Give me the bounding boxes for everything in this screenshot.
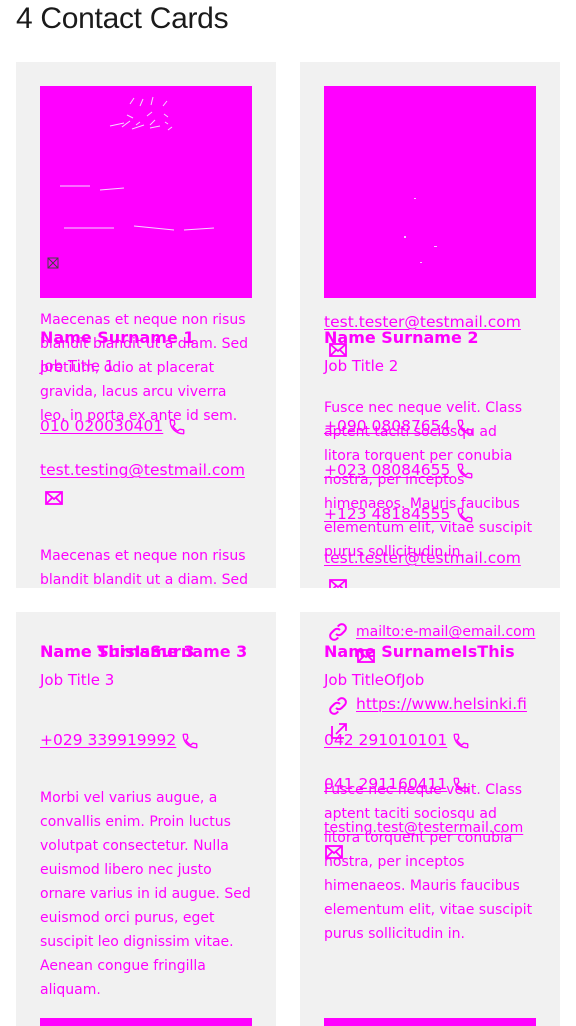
email-link[interactable]: test.testing@testmail.com (40, 458, 245, 482)
phone-icon (182, 733, 198, 748)
card-description: Morbi vel varius augue, a convallis enim… (40, 790, 251, 998)
phone-number[interactable]: +123 48184555 (324, 505, 450, 523)
card-footer-bar (40, 1018, 252, 1026)
phone-number[interactable]: +029 339919992 (40, 731, 176, 749)
broken-image-artifact (47, 96, 215, 269)
mail-icon (45, 491, 63, 505)
page-title: 4 Contact Cards (16, 2, 229, 35)
broken-image-artifact (404, 198, 437, 263)
phone-link[interactable]: 042 291010101 (324, 728, 470, 752)
card-footer-bar (324, 1018, 536, 1026)
contact-card-2: test.tester@testmail.com Name Surname 2 … (300, 62, 560, 588)
email-address[interactable]: test.tester@testmail.com (324, 549, 521, 567)
contact-name-overlap: Name ThisIsSurname 3 (40, 642, 248, 661)
phone-icon (457, 419, 472, 434)
phone-link[interactable]: +029 339919992 (40, 728, 199, 752)
link-icon (329, 697, 347, 715)
phone-link[interactable]: +123 48184555 (324, 502, 474, 526)
phone-number[interactable]: +023 08084655 (324, 461, 450, 479)
phone-icon (453, 733, 469, 748)
website-link[interactable]: https://www.helsinki.fi (356, 692, 527, 716)
phone-link[interactable]: 010 020030401 (40, 414, 186, 438)
contact-card-1: Maecenas et neque non risus blandit blan… (16, 62, 276, 588)
mail-icon (325, 845, 343, 859)
phone-number[interactable]: 010 020030401 (40, 417, 163, 435)
email-address[interactable]: testing.test@testermail.com (324, 820, 523, 836)
phone-icon (457, 463, 472, 478)
contact-name: Name Surname 1 (40, 328, 195, 347)
phone-number[interactable]: +090 08087654 (324, 417, 450, 435)
contact-name: Name Surname 2 (324, 328, 479, 347)
phone-icon (457, 507, 472, 522)
link-text[interactable]: mailto:e-mail@email.com (356, 624, 535, 640)
job-title: Job Title 3 (40, 671, 115, 689)
phone-number[interactable]: 042 291010101 (324, 731, 447, 749)
card-description: Maecenas et neque non risus blandit blan… (40, 548, 249, 588)
link-text[interactable]: https://www.helsinki.fi (356, 695, 527, 713)
job-title: Job Title 1 (40, 357, 115, 375)
phone-link[interactable]: +023 08084655 (324, 458, 474, 482)
profile-image (324, 86, 536, 298)
email-address[interactable]: test.testing@testmail.com (40, 461, 245, 479)
job-title: Job Title 2 (324, 357, 399, 375)
contact-name: Name SurnameIsThis (324, 642, 515, 661)
contact-card-4: mailto:e-mail@email.com Name SurnameIsTh… (300, 612, 560, 1026)
profile-image (40, 86, 252, 298)
mail-icon (329, 579, 347, 588)
email-link[interactable]: test.tester@testmail.com (324, 546, 521, 570)
phone-link[interactable]: +090 08087654 (324, 414, 474, 438)
job-title: Job TitleOfJob (324, 671, 425, 689)
email-link[interactable]: testing.test@testermail.com (324, 816, 536, 864)
contact-card-3: Name Surname 3 Name ThisIsSurname 3 Job … (16, 612, 276, 1026)
phone-icon (169, 419, 185, 434)
